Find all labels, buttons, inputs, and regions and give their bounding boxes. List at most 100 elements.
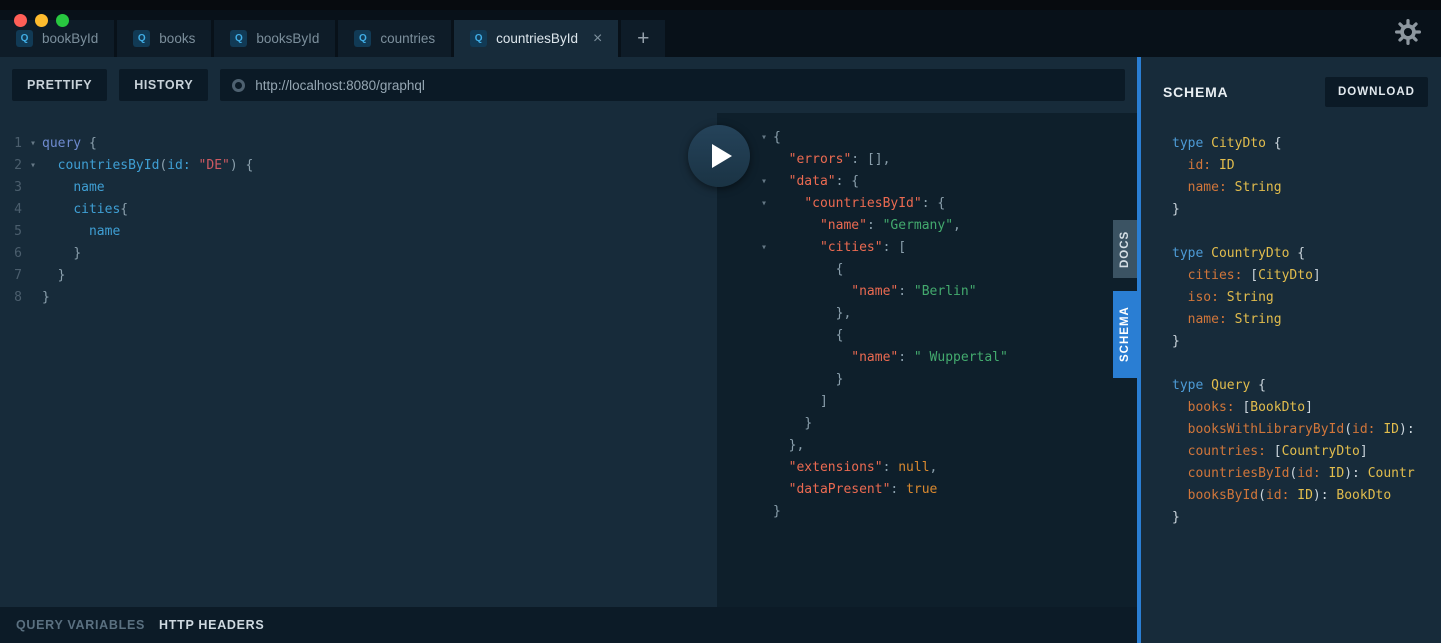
code-line: 3 name xyxy=(0,177,717,199)
code-line: } xyxy=(717,501,1137,523)
schema-sidebar: SCHEMA DOWNLOAD type CityDto { id: ID na… xyxy=(1141,57,1441,643)
toolbar: PRETTIFY HISTORY xyxy=(0,57,1137,113)
code-line: cities: [CityDto] xyxy=(1187,268,1321,283)
schema-side-tab[interactable]: SCHEMA xyxy=(1113,291,1137,378)
fold-gutter xyxy=(755,347,773,369)
code-line: type CountryDto { xyxy=(1172,246,1306,261)
query-tab-icon: Q xyxy=(16,30,33,47)
tab-countries[interactable]: Q countries xyxy=(338,20,452,57)
code-line: "errors": [], xyxy=(717,149,1137,171)
fold-arrow-icon[interactable]: ▾ xyxy=(755,237,773,259)
tab-label: bookById xyxy=(42,31,99,46)
code-line: id: ID xyxy=(1187,158,1235,173)
fold-gutter xyxy=(755,435,773,457)
code-line: booksById(id: ID): BookDto xyxy=(1187,488,1392,503)
code-line: ▾ "data": { xyxy=(717,171,1137,193)
endpoint-url-input[interactable] xyxy=(255,77,1113,93)
fold-gutter xyxy=(755,413,773,435)
query-editor[interactable]: 1 ▾ query {2 ▾ countriesById(id: "DE") {3 n… xyxy=(0,113,717,607)
line-number: 8 xyxy=(14,290,22,305)
code-line: type Query { xyxy=(1172,378,1266,393)
sidebar-title: SCHEMA xyxy=(1163,84,1229,100)
query-variables-tab[interactable]: QUERY VARIABLES xyxy=(16,618,145,632)
fold-arrow-icon[interactable]: ▾ xyxy=(755,171,773,193)
fold-gutter xyxy=(755,369,773,391)
new-tab-button[interactable]: + xyxy=(621,20,666,57)
download-schema-button[interactable]: DOWNLOAD xyxy=(1325,77,1428,107)
line-number: 6 xyxy=(14,246,22,261)
fold-gutter xyxy=(755,501,773,523)
code-line: { xyxy=(717,325,1137,347)
code-line: ▾ "cities": [ xyxy=(717,237,1137,259)
code-line: "name": " Wuppertal" xyxy=(717,347,1137,369)
code-line: "dataPresent": true xyxy=(717,479,1137,501)
endpoint-status-icon xyxy=(232,78,246,92)
fold-gutter xyxy=(24,287,42,309)
fold-gutter xyxy=(24,265,42,287)
settings-gear-icon[interactable] xyxy=(1395,19,1421,50)
code-line: } xyxy=(717,413,1137,435)
fold-arrow-icon[interactable]: ▾ xyxy=(755,193,773,215)
code-line: 4 cities{ xyxy=(0,199,717,221)
fold-gutter xyxy=(755,149,773,171)
code-line: } xyxy=(1172,510,1180,525)
line-number: 1 xyxy=(14,136,22,151)
schema-definition[interactable]: type CityDto { id: ID name: String} type … xyxy=(1141,133,1441,529)
fold-arrow-icon[interactable]: ▾ xyxy=(24,155,42,177)
line-number: 5 xyxy=(14,224,22,239)
code-line: } xyxy=(1172,202,1180,217)
history-button[interactable]: HISTORY xyxy=(119,69,209,101)
execute-query-button[interactable] xyxy=(688,125,750,187)
fold-arrow-icon[interactable]: ▾ xyxy=(24,133,42,155)
docs-side-tab[interactable]: DOCS xyxy=(1113,220,1137,278)
query-tab-icon: Q xyxy=(133,30,151,47)
code-line: books: [BookDto] xyxy=(1187,400,1313,415)
tab-booksById[interactable]: Q booksById xyxy=(214,20,336,57)
code-line: "name": "Germany", xyxy=(717,215,1137,237)
zoom-window-button[interactable] xyxy=(56,14,69,27)
fold-gutter xyxy=(24,221,42,243)
prettify-button[interactable]: PRETTIFY xyxy=(12,69,108,101)
query-tab-icon: Q xyxy=(354,30,372,47)
line-number: 2 xyxy=(14,158,22,173)
response-viewer[interactable]: ▾{ "errors": [], ▾ "data": {▾ "countriesB… xyxy=(717,113,1137,607)
code-line: 2 ▾ countriesById(id: "DE") { xyxy=(0,155,717,177)
fold-gutter xyxy=(24,243,42,265)
fold-gutter xyxy=(755,457,773,479)
code-line: 6 } xyxy=(0,243,717,265)
close-tab-icon[interactable]: × xyxy=(593,30,602,47)
close-window-button[interactable] xyxy=(14,14,27,27)
tab-countriesById[interactable]: Q countriesById × xyxy=(454,20,619,57)
code-line: name: String xyxy=(1187,312,1282,327)
line-number: 4 xyxy=(14,202,22,217)
code-line: countriesById(id: ID): Countr xyxy=(1187,466,1415,481)
minimize-window-button[interactable] xyxy=(35,14,48,27)
tab-books[interactable]: Q books xyxy=(117,20,212,57)
fold-gutter xyxy=(755,325,773,347)
code-line: 8} xyxy=(0,287,717,309)
endpoint-url-bar xyxy=(220,69,1125,101)
tab-label: books xyxy=(159,31,196,46)
query-tab-icon: Q xyxy=(470,30,488,47)
code-line: type CityDto { xyxy=(1172,136,1282,151)
query-tab-icon: Q xyxy=(230,30,248,47)
fold-gutter xyxy=(755,303,773,325)
http-headers-tab[interactable]: HTTP HEADERS xyxy=(159,618,264,632)
fold-gutter xyxy=(755,479,773,501)
line-number: 7 xyxy=(14,268,22,283)
code-line: { xyxy=(717,259,1137,281)
code-line: 1 ▾ query { xyxy=(0,133,717,155)
code-line: "name": "Berlin" xyxy=(717,281,1137,303)
fold-arrow-icon[interactable]: ▾ xyxy=(755,127,773,149)
bottom-bar: QUERY VARIABLES HTTP HEADERS xyxy=(0,607,1137,643)
code-line: } xyxy=(717,369,1137,391)
fold-gutter xyxy=(755,215,773,237)
fold-gutter xyxy=(24,199,42,221)
code-line: }, xyxy=(717,303,1137,325)
tab-label: countriesById xyxy=(496,31,578,46)
code-line: ▾{ xyxy=(717,127,1137,149)
code-line: name: String xyxy=(1187,180,1282,195)
code-line: countries: [CountryDto] xyxy=(1187,444,1368,459)
